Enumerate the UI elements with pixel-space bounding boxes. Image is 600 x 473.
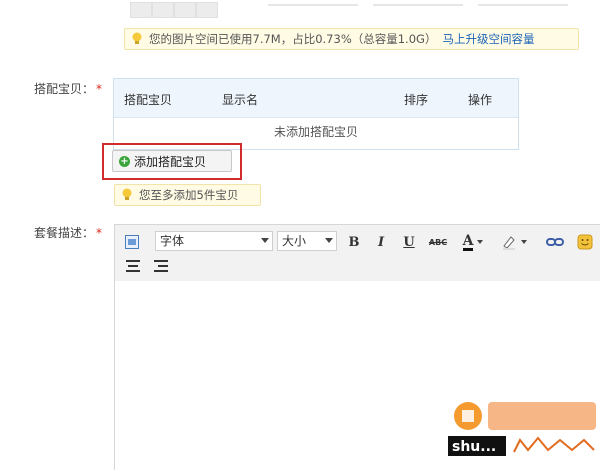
align-center-button[interactable] [123, 256, 143, 276]
editor-toolbar: 字体 大小 B I U ABC A [115, 224, 600, 282]
link-button[interactable] [545, 232, 565, 252]
description-label: 套餐描述： * [34, 224, 102, 241]
font-size-select[interactable]: 大小 [277, 231, 337, 251]
italic-icon: I [377, 234, 385, 250]
font-color-button[interactable]: A [457, 230, 489, 254]
watermark-url: shu... [452, 439, 496, 455]
lightbulb-icon [122, 188, 132, 200]
column-header-display-name: 显示名 [222, 93, 259, 107]
required-mark: * [96, 226, 103, 240]
underline-icon: U [403, 234, 415, 250]
chevron-down-icon [477, 240, 484, 244]
image-thumb[interactable] [174, 2, 196, 18]
source-icon[interactable] [123, 233, 141, 251]
description-label-text: 套餐描述： [34, 226, 95, 240]
add-bundle-item-label: 添加搭配宝贝 [134, 154, 207, 169]
required-mark: * [96, 82, 103, 96]
image-thumb[interactable] [130, 2, 152, 18]
strikethrough-icon: ABC [428, 237, 448, 247]
empty-table-message: 未添加搭配宝贝 [273, 125, 358, 139]
image-upload-strip [118, 0, 588, 20]
site-watermark-logo: shu... [448, 392, 600, 470]
chevron-down-icon [261, 238, 269, 243]
strikethrough-button[interactable]: ABC [425, 232, 451, 252]
highlight-box: + 添加搭配宝贝 [102, 143, 242, 180]
add-bundle-item-button[interactable]: + 添加搭配宝贝 [112, 150, 232, 172]
bold-button[interactable]: B [344, 232, 364, 252]
divider [373, 4, 463, 6]
align-right-icon [154, 260, 168, 272]
font-family-select[interactable]: 字体 [155, 231, 273, 251]
font-size-value: 大小 [282, 234, 307, 248]
divider [478, 4, 568, 6]
table-header: 搭配宝贝 显示名 排序 操作 [114, 79, 518, 118]
emoticon-button[interactable] [575, 232, 595, 252]
highlighter-icon [503, 236, 515, 250]
storage-tip-text: 您的图片空间已使用7.7M，占比0.73%（总容量1.0G） [149, 32, 437, 46]
italic-button[interactable]: I [371, 232, 391, 252]
upgrade-storage-link[interactable]: 马上升级空间容量 [442, 31, 534, 47]
font-family-value: 字体 [160, 234, 185, 248]
image-thumb[interactable] [196, 2, 218, 18]
lightbulb-icon [132, 32, 142, 44]
align-center-icon [126, 260, 140, 272]
limit-tip: 您至多添加5件宝贝 [114, 184, 261, 206]
column-header-actions: 操作 [468, 93, 493, 107]
bundle-table: 搭配宝贝 显示名 排序 操作 未添加搭配宝贝 [113, 78, 519, 150]
smiley-icon [577, 234, 593, 250]
link-icon [546, 238, 564, 246]
font-color-icon: A [462, 232, 474, 251]
underline-button[interactable]: U [399, 232, 419, 252]
limit-tip-text: 您至多添加5件宝贝 [139, 188, 239, 202]
align-right-button[interactable] [151, 256, 171, 276]
chevron-down-icon [325, 238, 333, 243]
bundle-label: 搭配宝贝： * [34, 80, 102, 97]
watermark-logo-icon: shu... [448, 402, 598, 456]
bundle-label-text: 搭配宝贝： [34, 82, 95, 96]
chevron-down-icon [521, 240, 527, 244]
highlight-color-button[interactable] [497, 230, 531, 254]
image-thumb[interactable] [152, 2, 174, 18]
column-header-item: 搭配宝贝 [124, 93, 173, 107]
column-header-sort: 排序 [404, 93, 429, 107]
bold-icon: B [348, 234, 360, 250]
divider [268, 4, 358, 6]
plus-icon: + [119, 155, 130, 167]
storage-tip: 您的图片空间已使用7.7M，占比0.73%（总容量1.0G） 马上升级空间容量 [124, 28, 579, 50]
